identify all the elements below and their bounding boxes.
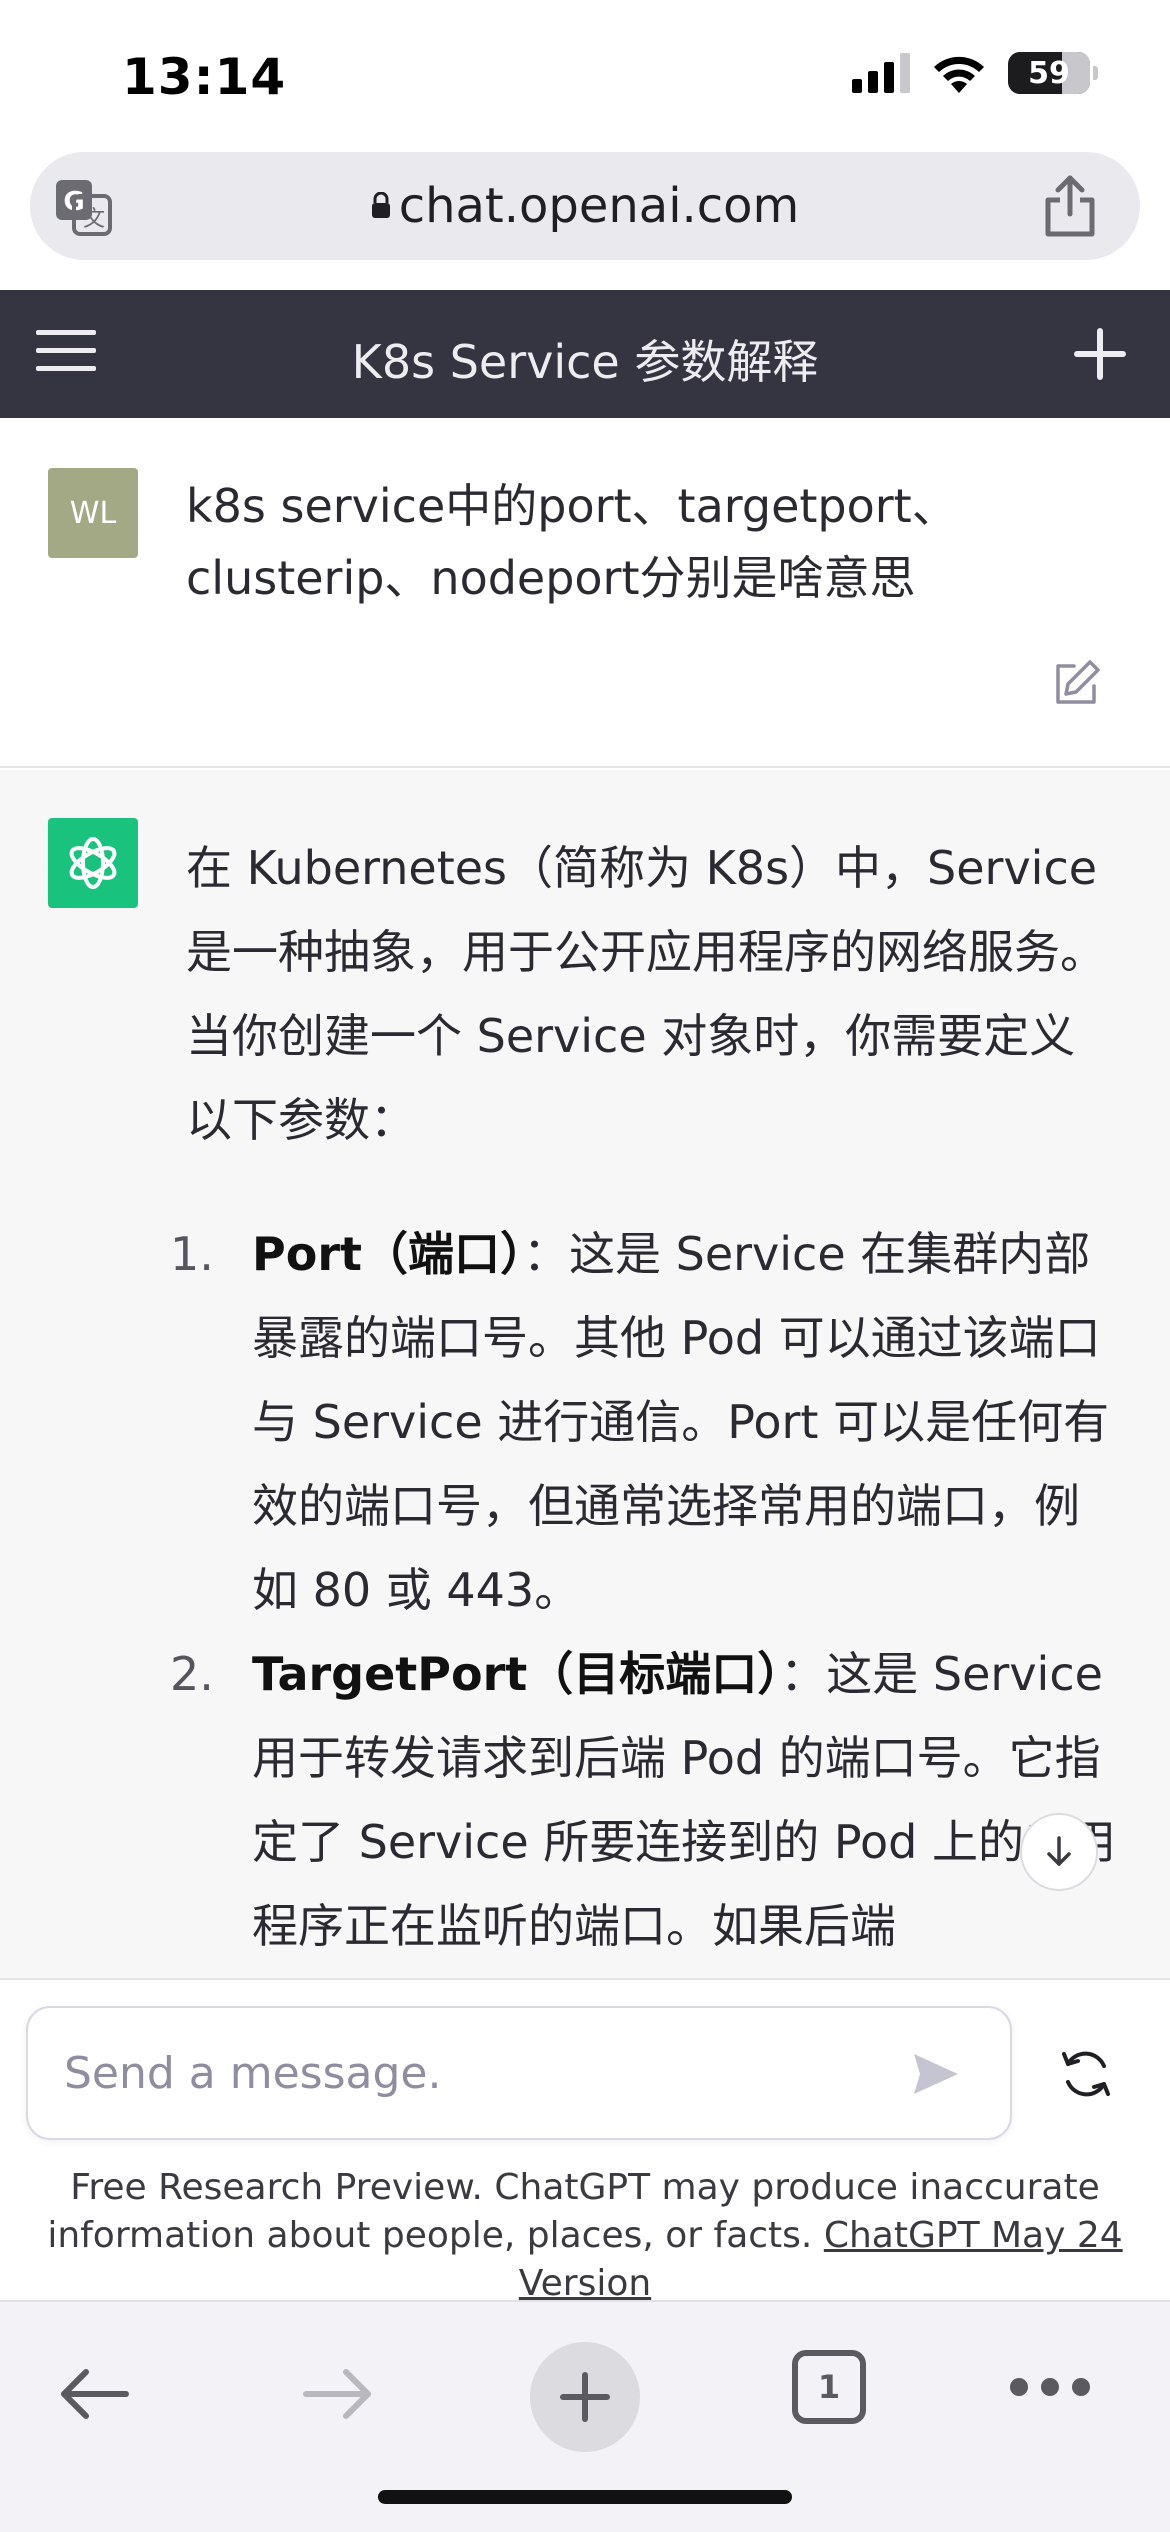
openai-logo-icon xyxy=(69,837,117,889)
url-bar[interactable]: G 文 chat.openai.com xyxy=(30,152,1140,260)
send-icon[interactable] xyxy=(910,2048,962,2100)
message-input[interactable] xyxy=(26,2006,1012,2140)
url-display[interactable]: chat.openai.com xyxy=(30,178,1140,234)
battery-icon: 59 xyxy=(1008,52,1098,94)
list-item-number: 2. xyxy=(170,1647,214,1701)
edit-icon[interactable] xyxy=(1052,658,1102,708)
assistant-message: 在 Kubernetes（简称为 K8s）中，Service 是一种抽象，用于公… xyxy=(0,770,1170,1980)
more-options-icon[interactable] xyxy=(1010,2372,1090,2402)
dot xyxy=(1072,2378,1090,2396)
answer-list: 1. Port（端口）：这是 Service 在集群内部暴露的端口号。其他 Po… xyxy=(170,1212,1120,1968)
disclaimer: Free Research Preview. ChatGPT may produ… xyxy=(30,2164,1140,2308)
user-message-text: k8s service中的port、targetport、clusterip、n… xyxy=(186,479,958,605)
scroll-to-bottom-button[interactable] xyxy=(1020,1813,1098,1891)
app-header: K8s Service 参数解释 xyxy=(0,290,1170,418)
status-time: 13:14 xyxy=(122,48,287,106)
list-item-text: ：这是 Service 在集群内部暴露的端口号。其他 Pod 可以通过该端口与 … xyxy=(252,1227,1110,1617)
list-item-number: 1. xyxy=(170,1227,214,1281)
status-bar: 13:14 59 xyxy=(0,0,1170,150)
signal-icon xyxy=(852,53,910,93)
wifi-icon xyxy=(934,56,984,93)
list-item-term: Port（端口） xyxy=(252,1227,523,1281)
plus-icon xyxy=(560,2372,610,2422)
assistant-intro-text: 在 Kubernetes（简称为 K8s）中，Service 是一种抽象，用于公… xyxy=(186,841,1106,1147)
new-tab-button[interactable] xyxy=(530,2342,640,2452)
back-arrow-icon[interactable] xyxy=(56,2364,132,2424)
lock-icon xyxy=(371,192,390,218)
share-icon[interactable] xyxy=(1040,174,1100,238)
forward-arrow-icon[interactable] xyxy=(300,2364,376,2424)
regenerate-icon[interactable] xyxy=(1056,2044,1116,2104)
list-item: 2. TargetPort（目标端口）：这是 Service 用于转发请求到后端… xyxy=(170,1632,1120,1968)
plus-icon[interactable] xyxy=(1074,328,1126,380)
avatar: WL xyxy=(48,468,138,558)
composer: Free Research Preview. ChatGPT may produ… xyxy=(0,1980,1170,2304)
conversation-title: K8s Service 参数解释 xyxy=(351,335,819,389)
tab-count: 1 xyxy=(817,2368,841,2406)
home-indicator xyxy=(378,2490,792,2504)
battery-level: 59 xyxy=(1028,55,1070,91)
arrow-down-icon xyxy=(1047,1836,1071,1866)
url-text: chat.openai.com xyxy=(398,178,800,234)
user-message: WL k8s service中的port、targetport、clusteri… xyxy=(0,418,1170,768)
list-item-term: TargetPort（目标端口） xyxy=(252,1647,781,1701)
dot xyxy=(1041,2378,1059,2396)
list-item: 1. Port（端口）：这是 Service 在集群内部暴露的端口号。其他 Po… xyxy=(170,1212,1120,1632)
chatgpt-logo-icon xyxy=(48,818,138,908)
tabs-button[interactable]: 1 xyxy=(792,2350,866,2424)
dot xyxy=(1010,2378,1028,2396)
status-icons: 59 xyxy=(852,52,1098,94)
